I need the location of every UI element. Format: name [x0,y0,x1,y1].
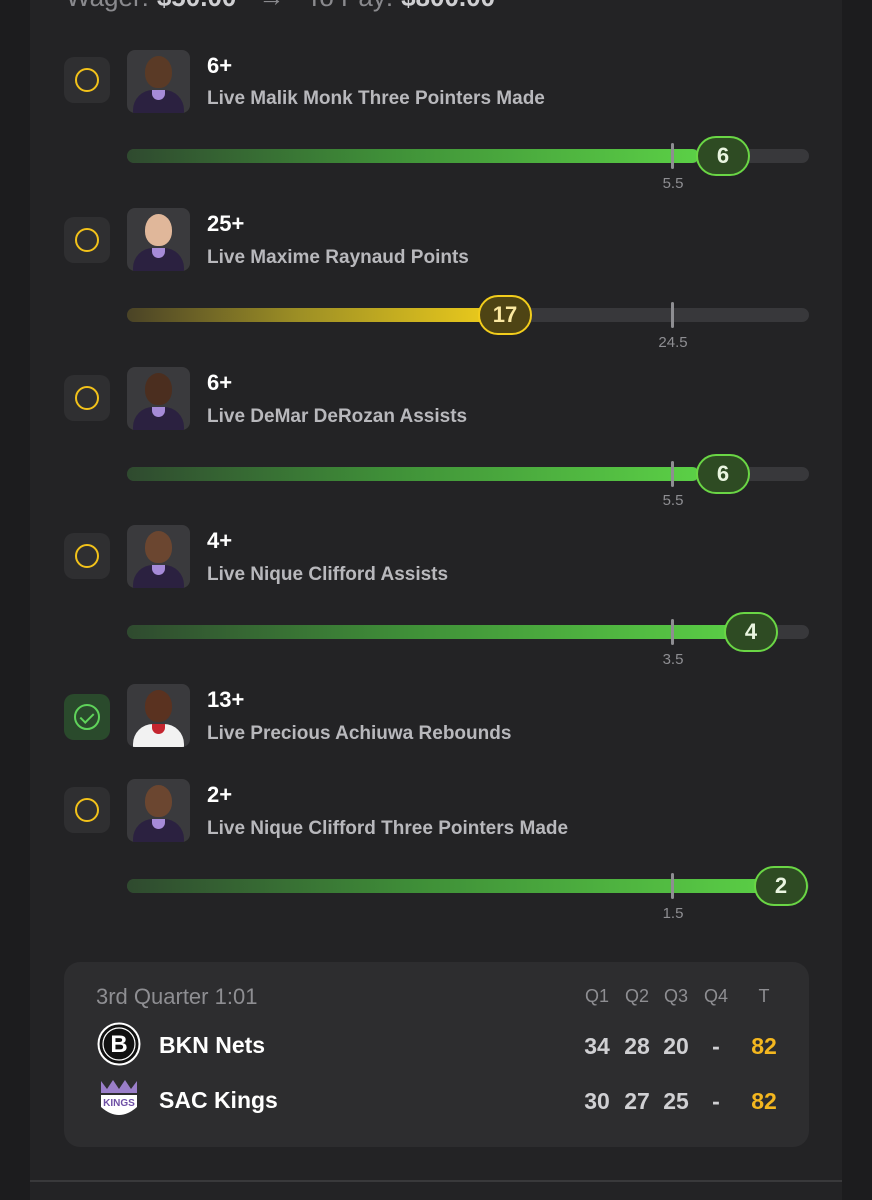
to-pay-amount: $800.00 [401,0,495,12]
player-avatar [127,208,190,271]
col-header-q2: Q2 [624,986,649,1006]
divider [30,1180,842,1182]
pending-status-icon [64,787,110,833]
quarter-score: - [712,1088,720,1114]
progress-track: 2 [127,866,809,906]
svg-text:KINGS: KINGS [103,1098,135,1109]
threshold-tick [671,873,674,899]
leg-line: 6+ [207,370,233,395]
col-header-total: T [758,986,770,1006]
threshold-label: 24.5 [658,334,688,351]
player-avatar [127,367,190,430]
progress-track: 6 [127,454,809,494]
threshold-label: 5.5 [662,175,684,192]
player-avatar [127,779,190,842]
progress-fill [127,879,777,893]
arrow-right-icon: → [258,0,284,12]
threshold-label: 3.5 [662,651,684,668]
threshold-label: 1.5 [662,905,684,922]
total-score: 82 [751,1088,777,1114]
svg-text:B: B [110,1031,127,1058]
leg-line: 6+ [207,53,233,78]
current-value-pill: 6 [696,136,750,176]
leg-description: Live Precious Achiuwa Rebounds [207,723,512,744]
leg-line: 13+ [207,687,245,712]
threshold-tick [671,461,674,487]
threshold-tick [671,302,674,328]
pending-status-icon [64,57,110,103]
current-value-pill: 6 [696,454,750,494]
leg-line: 4+ [207,528,233,553]
to-pay-label: To Pay: [306,0,393,12]
player-avatar [127,50,190,113]
progress-track: 6 [127,136,809,176]
leg-line: 2+ [207,782,233,807]
leg-description: Live Maxime Raynaud Points [207,247,469,268]
current-value-pill: 2 [754,866,808,906]
leg-description: Live DeMar DeRozan Assists [207,406,468,427]
leg-description: Live Nique Clifford Three Pointers Made [207,818,569,839]
col-header-q4: Q4 [703,986,728,1006]
kings-logo-icon: KINGS [101,1080,137,1115]
progress-fill [127,149,699,163]
col-header-q3: Q3 [663,986,688,1006]
wager-row: Wager: $50.00 → To Pay: $800.00 [66,0,495,13]
quarter-score: 20 [663,1033,689,1059]
progress-track: 4 [127,612,809,652]
progress-fill [127,467,699,481]
leg-description: Live Malik Monk Three Pointers Made [207,88,545,109]
team-name: SAC Kings [159,1087,278,1113]
current-value-pill: 17 [478,295,532,335]
total-score: 82 [751,1033,777,1059]
player-avatar [127,525,190,588]
quarter-score: 34 [584,1033,610,1059]
col-header-q1: Q1 [584,986,609,1006]
quarter-score: 25 [663,1088,689,1114]
progress-track: 17 [127,295,809,335]
wager-amount: $50.00 [157,0,237,12]
player-avatar [127,684,190,747]
quarter-score: - [712,1033,720,1059]
quarter-score: 28 [624,1033,650,1059]
game-period: 3rd Quarter 1:01 [96,984,258,1009]
nets-logo-icon: B [97,1022,141,1066]
quarter-score: 30 [584,1088,610,1114]
pending-status-icon [64,217,110,263]
threshold-tick [671,619,674,645]
progress-fill [127,308,509,322]
leg-line: 25+ [207,211,245,236]
leg-description: Live Nique Clifford Assists [207,564,449,585]
live-scoreboard[interactable]: 3rd Quarter 1:01 Q1 Q2 Q3 Q4 T B BKN Net… [64,962,809,1147]
pending-status-icon [64,375,110,421]
quarter-score: 27 [624,1088,650,1114]
team-name: BKN Nets [159,1032,266,1058]
threshold-tick [671,143,674,169]
won-check-icon [64,694,110,740]
current-value-pill: 4 [724,612,778,652]
threshold-label: 5.5 [662,492,684,509]
progress-fill [127,625,747,639]
pending-status-icon [64,533,110,579]
wager-label: Wager: [66,0,149,12]
